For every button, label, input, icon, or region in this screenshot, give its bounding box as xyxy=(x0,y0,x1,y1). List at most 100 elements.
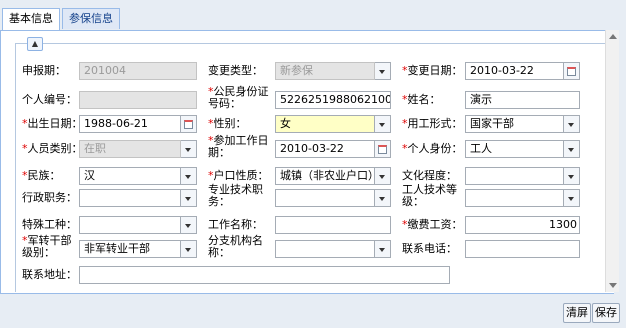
field-input xyxy=(79,91,197,109)
field-label: *户口性质： xyxy=(208,170,269,182)
field-label-text: 个人编号： xyxy=(22,93,77,106)
field-input[interactable]: 522625198806210083 xyxy=(275,91,391,109)
field-label: 工人技术等级： xyxy=(402,184,460,208)
field-label: 个人编号： xyxy=(22,94,77,106)
field-input[interactable] xyxy=(275,240,375,258)
field-label-text: 人员类别： xyxy=(27,142,83,155)
field-input[interactable]: 工人 xyxy=(465,140,564,158)
field-label: *军转干部级别： xyxy=(22,235,78,259)
field-input[interactable]: 2010-03-22 xyxy=(275,140,375,158)
calendar-icon[interactable] xyxy=(564,62,580,80)
field-label: *个人身份： xyxy=(402,143,463,155)
field-label: *民族： xyxy=(22,170,61,182)
chevron-down-icon[interactable] xyxy=(181,140,197,158)
field-label-text: 出生日期： xyxy=(27,117,83,130)
field-label: 联系地址： xyxy=(22,269,77,281)
vertical-scrollbar[interactable] xyxy=(605,30,619,292)
field-input[interactable]: 女 xyxy=(275,115,375,133)
field-label-text: 行政职务： xyxy=(22,191,77,204)
field-label-text: 申报期： xyxy=(22,64,66,77)
chevron-down-icon[interactable] xyxy=(564,115,580,133)
field-label: 分支机构名称： xyxy=(208,235,270,259)
field-input[interactable]: 1300 xyxy=(465,216,580,234)
save-button[interactable]: 保存 xyxy=(592,303,620,323)
tab-basic-info[interactable]: 基本信息 xyxy=(2,8,60,31)
tab-bar: 基本信息 参保信息 xyxy=(2,8,122,31)
field-input[interactable]: 城镇（非农业户口） xyxy=(275,167,375,185)
chevron-down-icon[interactable] xyxy=(375,115,391,133)
field-label: *出生日期： xyxy=(22,118,83,130)
field-label-text: 文化程度： xyxy=(402,169,457,182)
field-input[interactable] xyxy=(275,216,391,234)
field-label-text: 公民身份证号码： xyxy=(208,85,269,110)
field-input: 在职 xyxy=(79,140,181,158)
field-label: *人员类别： xyxy=(22,143,83,155)
field-label-text: 姓名： xyxy=(407,93,441,106)
field-label: *参加工作日期： xyxy=(208,135,270,159)
field-label: 文化程度： xyxy=(402,170,457,182)
chevron-down-icon[interactable] xyxy=(181,167,197,185)
field-input[interactable] xyxy=(465,167,564,185)
field-input[interactable]: 汉 xyxy=(79,167,181,185)
field-label-text: 工作名称： xyxy=(208,218,263,231)
clear-button[interactable]: 清屏 xyxy=(563,303,591,323)
chevron-down-icon[interactable] xyxy=(375,62,391,80)
chevron-down-icon[interactable] xyxy=(564,140,580,158)
field-label-text: 参加工作日期： xyxy=(208,134,269,159)
field-label: 变更类型： xyxy=(208,65,263,77)
field-label-text: 变更日期： xyxy=(407,64,463,77)
field-input[interactable]: 国家干部 xyxy=(465,115,564,133)
field-label: *缴费工资： xyxy=(402,219,463,231)
field-input[interactable] xyxy=(79,216,181,234)
field-input[interactable] xyxy=(79,266,450,284)
field-label-text: 变更类型： xyxy=(208,64,263,77)
field-label: 特殊工种： xyxy=(22,219,77,231)
field-input: 201004 xyxy=(79,62,197,80)
field-input[interactable] xyxy=(465,240,580,258)
calendar-icon[interactable] xyxy=(181,115,197,133)
chevron-down-icon[interactable] xyxy=(375,240,391,258)
chevron-down-icon[interactable] xyxy=(181,216,197,234)
field-input[interactable]: 非军转业干部 xyxy=(79,240,181,258)
field-label: 行政职务： xyxy=(22,192,77,204)
field-label-text: 民族： xyxy=(27,169,61,182)
field-label: *姓名： xyxy=(402,94,441,106)
field-label: *性别： xyxy=(208,118,247,130)
chevron-down-icon[interactable] xyxy=(181,240,197,258)
field-label: 联系电话： xyxy=(402,243,457,255)
field-label: *公民身份证号码： xyxy=(208,86,270,110)
field-label: 专业技术职务： xyxy=(208,184,270,208)
field-input[interactable] xyxy=(275,189,375,207)
field-label-text: 工人技术等级： xyxy=(402,183,457,208)
field-label: 工作名称： xyxy=(208,219,263,231)
calendar-icon[interactable] xyxy=(375,140,391,158)
field-label: *变更日期： xyxy=(402,65,463,77)
field-input[interactable] xyxy=(465,189,564,207)
field-input[interactable]: 1988-06-21 xyxy=(79,115,181,133)
field-label-text: 军转干部级别： xyxy=(22,234,72,259)
field-label: *用工形式： xyxy=(402,118,463,130)
chevron-down-icon[interactable] xyxy=(181,189,197,207)
field-label-text: 用工形式： xyxy=(407,117,463,130)
tab-insurance-info[interactable]: 参保信息 xyxy=(62,8,120,29)
field-label-text: 专业技术职务： xyxy=(208,183,263,208)
scroll-down-icon[interactable] xyxy=(609,283,617,288)
field-label-text: 联系电话： xyxy=(402,242,457,255)
field-label-text: 性别： xyxy=(213,117,247,130)
field-label-text: 分支机构名称： xyxy=(208,234,263,259)
field-label-text: 个人身份： xyxy=(407,142,463,155)
field-input[interactable]: 演示 xyxy=(465,91,580,109)
field-input: 新参保 xyxy=(275,62,375,80)
chevron-down-icon[interactable] xyxy=(564,167,580,185)
field-label: 申报期： xyxy=(22,65,66,77)
chevron-down-icon[interactable] xyxy=(564,189,580,207)
chevron-down-icon[interactable] xyxy=(375,189,391,207)
field-input[interactable] xyxy=(79,189,181,207)
scroll-up-icon[interactable] xyxy=(609,34,617,39)
collapse-up-icon[interactable]: ▲ xyxy=(27,37,43,51)
field-input[interactable]: 2010-03-22 xyxy=(465,62,564,80)
field-label-text: 户口性质： xyxy=(213,169,269,182)
field-label-text: 联系地址： xyxy=(22,268,77,281)
chevron-down-icon[interactable] xyxy=(375,167,391,185)
field-label-text: 特殊工种： xyxy=(22,218,77,231)
